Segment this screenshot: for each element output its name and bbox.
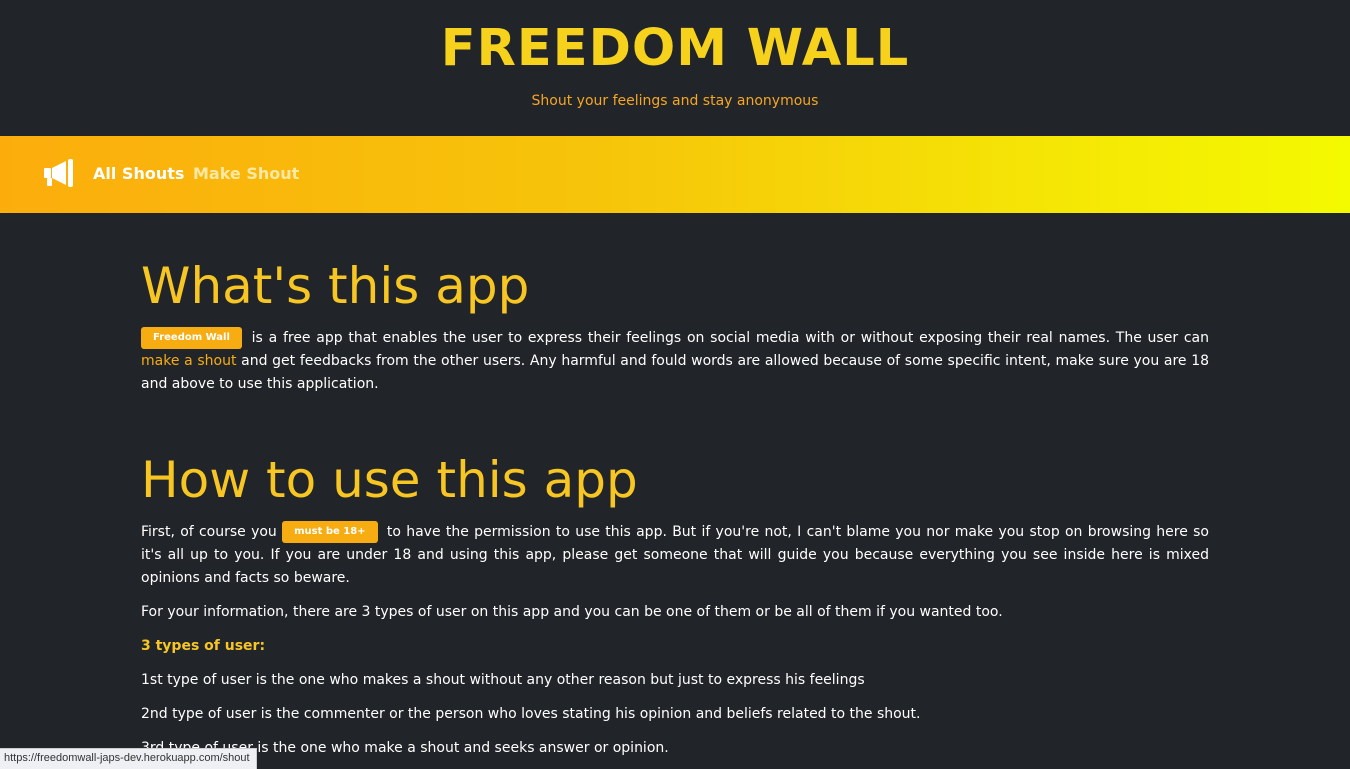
- make-a-shout-link[interactable]: make a shout: [141, 353, 236, 369]
- user-types-heading: 3 types of user:: [141, 638, 266, 654]
- about-heading: What's this app: [141, 257, 530, 315]
- howto-first-text-1: First, of course you: [141, 524, 277, 540]
- about-paragraph: Freedom Wall is a free app that enables …: [141, 327, 1209, 396]
- howto-info-paragraph: For your information, there are 3 types …: [141, 604, 1003, 620]
- navbar: All Shouts Make Shout: [0, 136, 1350, 213]
- site-header: FREEDOM WALL Shout your feelings and sta…: [0, 0, 1350, 136]
- freedom-wall-badge: Freedom Wall: [141, 327, 242, 349]
- user-type-item: 2nd type of user is the commenter or the…: [141, 706, 921, 722]
- megaphone-icon[interactable]: [44, 158, 76, 188]
- about-text-2: and get feedbacks from the other users. …: [141, 353, 1210, 392]
- nav-all-shouts[interactable]: All Shouts: [93, 163, 184, 185]
- age-badge: must be 18+: [282, 521, 378, 543]
- site-tagline: Shout your feelings and stay anonymous: [531, 93, 819, 109]
- about-text-1: is a free app that enables the user to e…: [251, 330, 1209, 346]
- user-type-item: 1st type of user is the one who makes a …: [141, 672, 865, 688]
- howto-first-paragraph: First, of course you must be 18+ to have…: [141, 521, 1209, 590]
- browser-status-url: https://freedomwall-japs-dev.herokuapp.c…: [0, 748, 257, 769]
- user-type-item: 3rd type of user is the one who make a s…: [141, 740, 669, 756]
- howto-heading: How to use this app: [141, 451, 638, 509]
- nav-make-shout[interactable]: Make Shout: [193, 163, 299, 185]
- site-title: FREEDOM WALL: [440, 19, 910, 78]
